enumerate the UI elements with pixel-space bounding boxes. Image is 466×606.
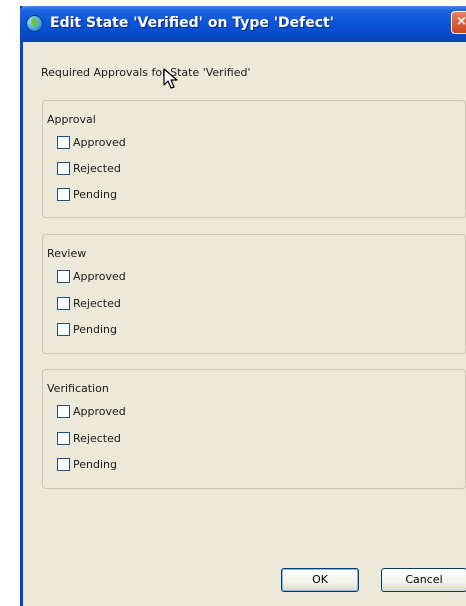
verification-approved-label: Approved <box>73 404 126 418</box>
approval-pending-label: Pending <box>73 187 117 201</box>
review-group-label: Review <box>47 247 87 260</box>
verification-pending-option[interactable]: Pending <box>57 456 117 472</box>
review-pending-option[interactable]: Pending <box>57 321 117 337</box>
dialog-title: Edit State 'Verified' on Type 'Defect' <box>50 15 334 31</box>
verification-approved-option[interactable]: Approved <box>57 403 126 419</box>
approval-approved-option[interactable]: Approved <box>57 134 126 150</box>
review-pending-label: Pending <box>73 322 117 336</box>
verification-pending-checkbox[interactable] <box>57 457 70 471</box>
ok-button[interactable]: OK <box>281 568 359 592</box>
title-bar[interactable]: Edit State 'Verified' on Type 'Defect' × <box>20 6 466 42</box>
required-approvals-heading: Required Approvals for State 'Verified' <box>41 66 251 79</box>
globe-icon <box>26 15 43 32</box>
verification-rejected-label: Rejected <box>73 431 121 445</box>
verification-approved-checkbox[interactable] <box>57 404 70 418</box>
verification-group: Verification Approved Rejected Pending <box>42 369 466 489</box>
verification-rejected-checkbox[interactable] <box>57 431 70 445</box>
close-icon[interactable]: × <box>451 11 466 34</box>
verification-group-label: Verification <box>47 382 109 395</box>
review-approved-checkbox[interactable] <box>57 269 70 283</box>
review-pending-checkbox[interactable] <box>57 322 70 336</box>
verification-rejected-option[interactable]: Rejected <box>57 430 121 446</box>
approval-rejected-checkbox[interactable] <box>57 161 70 175</box>
review-group: Review Approved Rejected Pending <box>42 234 466 354</box>
review-rejected-label: Rejected <box>73 296 121 310</box>
review-rejected-checkbox[interactable] <box>57 296 70 310</box>
approval-pending-option[interactable]: Pending <box>57 186 117 202</box>
verification-pending-label: Pending <box>73 457 117 471</box>
cancel-button[interactable]: Cancel <box>381 568 466 592</box>
mouse-cursor-icon <box>163 68 178 89</box>
review-rejected-option[interactable]: Rejected <box>57 295 121 311</box>
approval-rejected-option[interactable]: Rejected <box>57 160 121 176</box>
approval-approved-label: Approved <box>73 135 126 149</box>
approval-group-label: Approval <box>47 113 96 126</box>
approval-group: Approval Approved Rejected Pending <box>42 100 466 218</box>
dialog-window: Edit State 'Verified' on Type 'Defect' ×… <box>20 6 466 606</box>
approval-rejected-label: Rejected <box>73 161 121 175</box>
approval-pending-checkbox[interactable] <box>57 187 70 201</box>
dialog-content: Required Approvals for State 'Verified' … <box>23 42 466 606</box>
approval-approved-checkbox[interactable] <box>57 135 70 149</box>
review-approved-option[interactable]: Approved <box>57 268 126 284</box>
review-approved-label: Approved <box>73 269 126 283</box>
